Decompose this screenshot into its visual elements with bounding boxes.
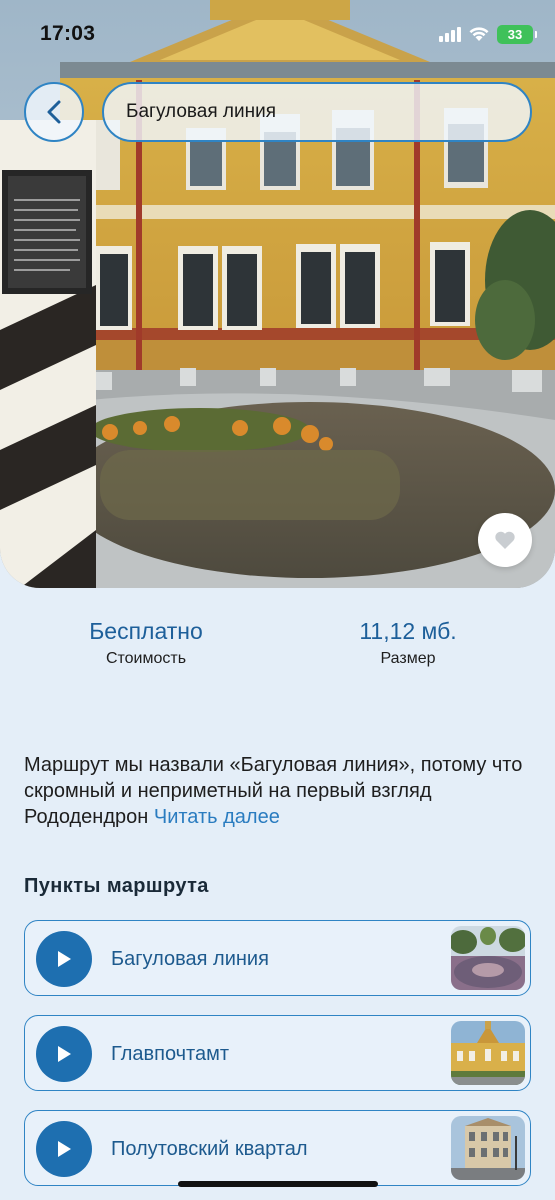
route-point-thumbnail: [451, 926, 525, 990]
play-button[interactable]: [36, 1026, 92, 1082]
size-value: 11,12 мб.: [359, 618, 457, 644]
favorite-button[interactable]: [478, 513, 532, 567]
battery-level: 33: [507, 26, 523, 42]
size-label: Размер: [380, 650, 436, 667]
hero-image: 17:03 33 Багуловая линия: [0, 0, 555, 588]
route-point-item[interactable]: Полутовский квартал: [24, 1110, 531, 1186]
heart-icon: [495, 531, 515, 549]
route-title-bar: Багуловая линия: [102, 82, 532, 142]
status-time: 17:03: [40, 22, 96, 45]
read-more-link[interactable]: Читать далее: [154, 806, 280, 828]
route-point-name: Полутовский квартал: [111, 1138, 308, 1160]
route-points-heading: Пункты маршрута: [24, 875, 209, 897]
cost-value: Бесплатно: [89, 618, 203, 644]
route-title: Багуловая линия: [126, 101, 277, 122]
chevron-left-icon: [47, 100, 61, 124]
back-button[interactable]: [24, 82, 84, 142]
route-point-name: Багуловая линия: [111, 948, 269, 970]
battery-icon: 33: [497, 24, 537, 44]
route-point-item[interactable]: Главпочтамт: [24, 1015, 531, 1091]
route-point-thumbnail: [451, 1116, 525, 1180]
route-stats: Бесплатно Стоимость 11,12 мб. Размер: [0, 616, 555, 686]
route-description: Маршрут мы назвали «Багуловая линия», по…: [24, 752, 534, 830]
play-icon: [58, 1046, 71, 1062]
route-point-name: Главпочтамт: [111, 1043, 230, 1065]
status-bar: 17:03 33: [0, 0, 555, 64]
size-stat: 11,12 мб. Размер: [308, 616, 508, 668]
play-button[interactable]: [36, 1121, 92, 1177]
status-icons: 33: [439, 24, 537, 44]
cellular-signal-icon: [439, 26, 461, 42]
route-point-item[interactable]: Багуловая линия: [24, 920, 531, 996]
wifi-icon: [469, 27, 489, 41]
cost-label: Стоимость: [105, 650, 187, 667]
play-icon: [58, 1141, 71, 1157]
play-icon: [58, 951, 71, 967]
route-points-list: Багуловая линия Главпочтамт Полутовский …: [24, 920, 531, 1200]
cost-stat: Бесплатно Стоимость: [46, 616, 246, 668]
play-button[interactable]: [36, 931, 92, 987]
home-indicator: [178, 1181, 378, 1187]
route-point-thumbnail: [451, 1021, 525, 1085]
